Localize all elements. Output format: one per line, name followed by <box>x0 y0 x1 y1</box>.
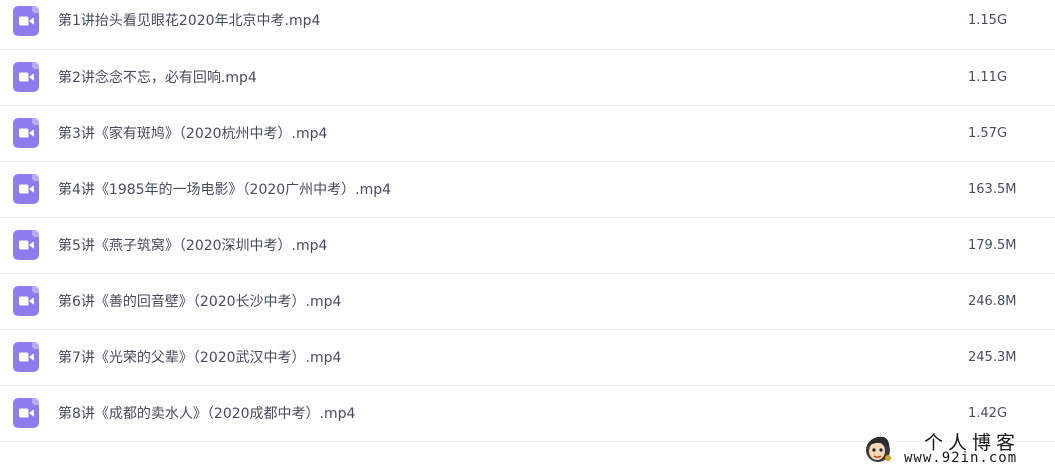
file-size: 246.8M <box>968 294 1017 309</box>
video-file-icon <box>13 6 39 36</box>
file-list: 第1讲抬头看见眼花2020年北京中考.mp4 1.15G 第2讲念念不忘，必有回… <box>0 0 1055 442</box>
file-name[interactable]: 第3讲《家有斑鸠》（2020杭州中考）.mp4 <box>58 106 327 162</box>
file-name[interactable]: 第1讲抬头看见眼花2020年北京中考.mp4 <box>58 0 320 42</box>
file-name[interactable]: 第6讲《善的回音壁》（2020长沙中考）.mp4 <box>58 274 341 330</box>
file-size: 1.15G <box>968 13 1008 28</box>
file-row[interactable]: 第1讲抬头看见眼花2020年北京中考.mp4 1.15G <box>0 0 1055 50</box>
video-file-icon <box>13 398 39 428</box>
file-name[interactable]: 第2讲念念不忘，必有回响.mp4 <box>58 50 257 106</box>
file-size: 1.11G <box>968 70 1008 85</box>
file-size: 179.5M <box>968 238 1017 253</box>
watermark: 个人博客 www.92in.com <box>862 428 1052 468</box>
video-file-icon <box>13 286 39 316</box>
file-name[interactable]: 第5讲《燕子筑窝》（2020深圳中考）.mp4 <box>58 218 327 274</box>
file-name[interactable]: 第8讲《成都的卖水人》（2020成都中考）.mp4 <box>58 386 355 442</box>
file-row[interactable]: 第7讲《光荣的父辈》（2020武汉中考）.mp4 245.3M <box>0 330 1055 386</box>
file-size: 245.3M <box>968 350 1017 365</box>
file-size: 163.5M <box>968 182 1017 197</box>
file-row[interactable]: 第2讲念念不忘，必有回响.mp4 1.11G <box>0 50 1055 106</box>
file-size: 1.57G <box>968 126 1008 141</box>
file-name[interactable]: 第4讲《1985年的一场电影》（2020广州中考）.mp4 <box>58 162 391 218</box>
file-row[interactable]: 第6讲《善的回音壁》（2020长沙中考）.mp4 246.8M <box>0 274 1055 330</box>
video-file-icon <box>13 230 39 260</box>
file-row[interactable]: 第4讲《1985年的一场电影》（2020广州中考）.mp4 163.5M <box>0 162 1055 218</box>
watermark-url: www.92in.com <box>904 450 1018 466</box>
mascot-logo-icon <box>862 432 894 464</box>
file-name[interactable]: 第7讲《光荣的父辈》（2020武汉中考）.mp4 <box>58 330 341 386</box>
video-file-icon <box>13 118 39 148</box>
file-row[interactable]: 第5讲《燕子筑窝》（2020深圳中考）.mp4 179.5M <box>0 218 1055 274</box>
file-row[interactable]: 第3讲《家有斑鸠》（2020杭州中考）.mp4 1.57G <box>0 106 1055 162</box>
video-file-icon <box>13 62 39 92</box>
video-file-icon <box>13 342 39 372</box>
video-file-icon <box>13 174 39 204</box>
